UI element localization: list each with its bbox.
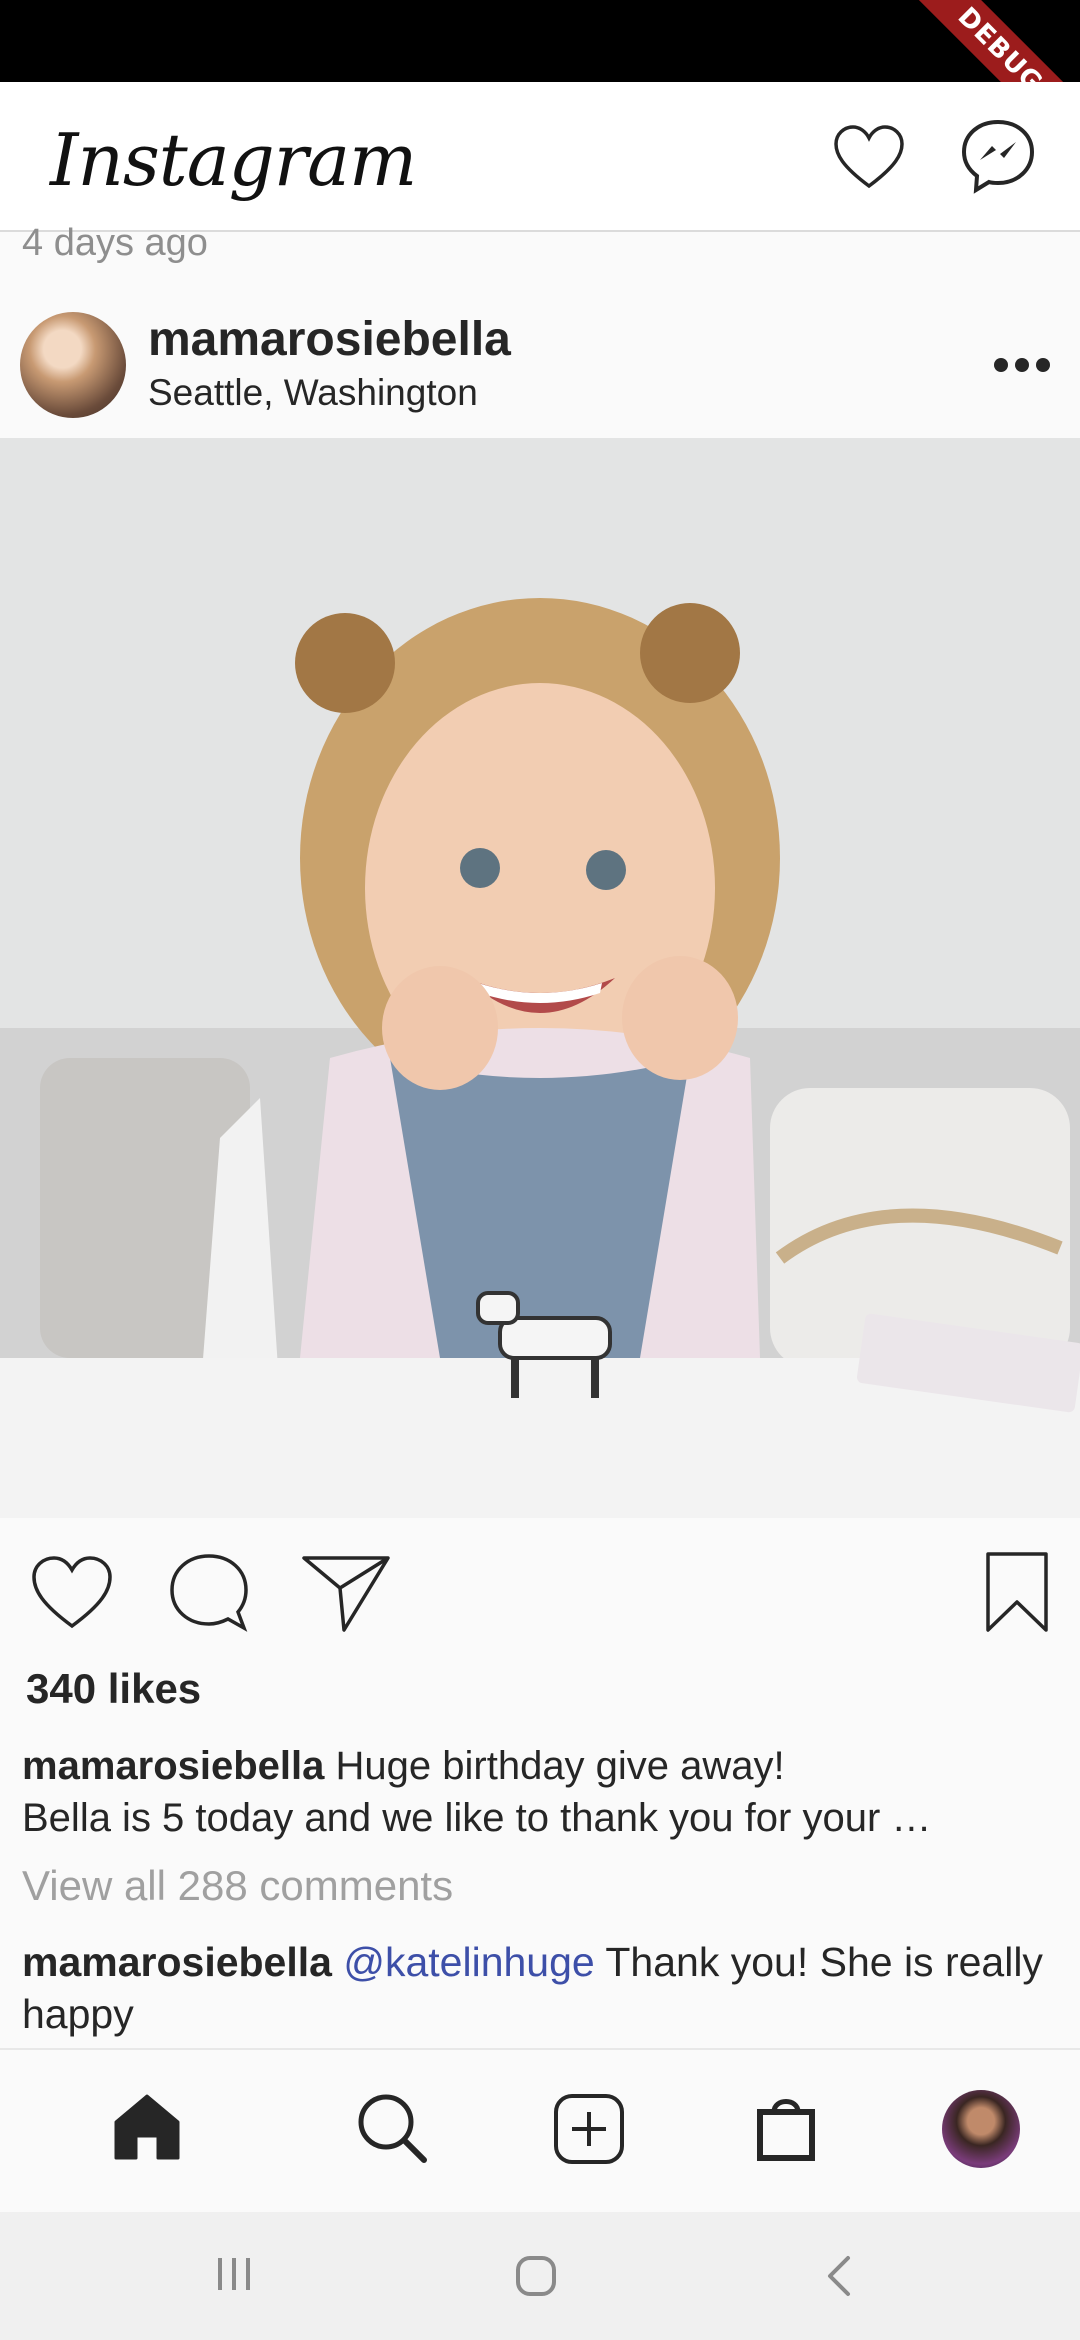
post-username[interactable]: mamarosiebella: [148, 312, 511, 367]
comment-item: mamarosiebella @katelinhuge Thank you! S…: [22, 1936, 1062, 2040]
post-actions: [0, 1540, 1080, 1650]
back-icon[interactable]: [824, 2254, 854, 2298]
search-icon[interactable]: [356, 2092, 428, 2164]
heart-icon[interactable]: [832, 124, 906, 190]
messenger-icon[interactable]: [958, 116, 1038, 196]
more-options-icon[interactable]: [994, 358, 1050, 374]
instagram-logo: Instagram: [50, 118, 417, 202]
post-location[interactable]: Seattle, Washington: [148, 372, 478, 414]
caption-text: Huge birthday give away!: [335, 1744, 785, 1788]
post-photo[interactable]: [0, 438, 1080, 1518]
comment-username[interactable]: mamarosiebella: [22, 1939, 332, 1985]
comment-bubble-icon[interactable]: [168, 1552, 250, 1634]
caption-line-1: mamarosiebella Huge birthday give away!: [22, 1740, 1062, 1792]
post-header: mamarosiebella Seattle, Washington: [0, 300, 1080, 438]
caption-line-2[interactable]: Bella is 5 today and we like to thank yo…: [22, 1792, 1062, 1844]
system-navigation-bar: [0, 2212, 1080, 2340]
status-bar: DEBUG: [0, 0, 1080, 82]
add-post-icon[interactable]: [552, 2092, 626, 2166]
home-circle-icon[interactable]: [514, 2254, 558, 2298]
previous-post-timestamp: 4 days ago: [22, 222, 208, 264]
profile-avatar[interactable]: [942, 2090, 1020, 2168]
home-icon[interactable]: [112, 2092, 182, 2160]
view-all-comments-link[interactable]: View all 288 comments: [22, 1862, 453, 1910]
debug-banner: DEBUG: [878, 0, 1080, 82]
shopping-bag-icon[interactable]: [756, 2092, 816, 2162]
comment-mention[interactable]: @katelinhuge: [343, 1939, 594, 1985]
post-photo-illustration: [0, 438, 1080, 1518]
bottom-navigation: [0, 2048, 1080, 2212]
app-bar: Instagram: [0, 82, 1080, 232]
post-caption: mamarosiebella Huge birthday give away! …: [22, 1740, 1062, 1844]
save-bookmark-icon[interactable]: [984, 1550, 1050, 1634]
likes-count[interactable]: 340 likes: [26, 1665, 201, 1713]
caption-username[interactable]: mamarosiebella: [22, 1744, 324, 1788]
post-author-avatar[interactable]: [20, 312, 126, 418]
share-send-icon[interactable]: [300, 1552, 392, 1634]
recent-apps-icon[interactable]: [214, 2254, 254, 2294]
like-heart-icon[interactable]: [30, 1554, 114, 1630]
